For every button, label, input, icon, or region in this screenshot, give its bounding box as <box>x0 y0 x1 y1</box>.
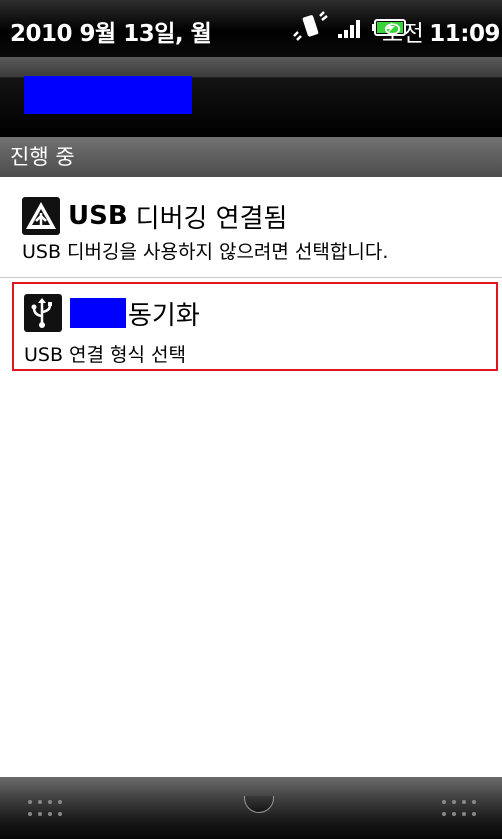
status-date: 2010 9월 13일, 월 <box>10 21 212 47</box>
redacted-block <box>24 76 192 114</box>
warning-triangle-icon <box>22 197 60 235</box>
notification-text: USB 디버깅을 사용하지 않으려면 선택합니다. <box>22 241 389 263</box>
status-ampm: 오전 <box>381 21 424 47</box>
vibrate-icon <box>293 11 328 41</box>
notification-usb-debugging[interactable]: USB 디버깅 연결됨 USB 디버깅을 사용하지 않으려면 선택합니다. <box>0 177 502 278</box>
notification-title: USB 디버깅 연결됨 <box>22 197 287 235</box>
redacted-block <box>70 298 126 328</box>
notification-title-bold: USB <box>68 201 128 231</box>
grip-dots-right-icon <box>442 800 476 816</box>
notification-text: USB 연결 형식 선택 <box>24 344 187 366</box>
notification-title-text: 동기화 <box>128 300 200 331</box>
usb-icon <box>24 294 62 332</box>
section-header-ongoing: 진행 중 <box>0 137 502 177</box>
status-clock: 오전 11:09 <box>381 14 501 48</box>
status-time: 11:09 <box>429 21 500 47</box>
signal-icon <box>338 20 360 38</box>
notification-usb-sync[interactable]: 동기화 USB 연결 형식 선택 <box>12 282 498 371</box>
notification-title-text: 디버깅 연결됨 <box>135 203 288 234</box>
grip-dots-left-icon <box>28 800 62 816</box>
notification-header <box>0 57 502 137</box>
notification-title: 동기화 <box>24 294 200 332</box>
status-bar: 2010 9월 13일, 월 오전 11:09 <box>0 0 502 57</box>
